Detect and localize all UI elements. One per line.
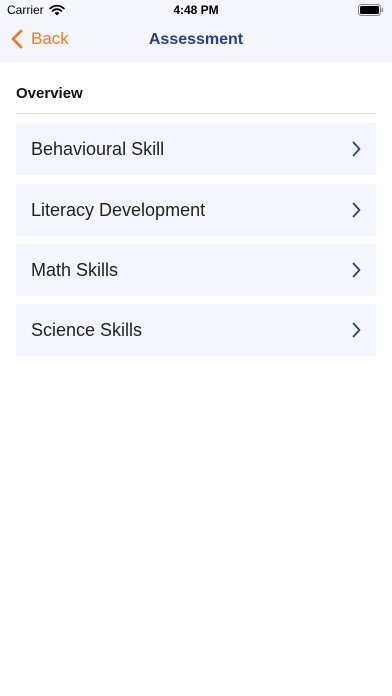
page-title: Assessment: [148, 31, 244, 48]
section-title: Overview: [16, 85, 83, 102]
list-item-label: Science Skills: [31, 320, 143, 340]
chevron-right-icon: [352, 262, 361, 278]
battery-icon: [358, 4, 384, 16]
list-item-behavioural-skill[interactable]: Behavioural Skill: [16, 123, 376, 175]
list-item-literacy-development[interactable]: Literacy Development: [16, 184, 376, 236]
chevron-right-icon: [352, 141, 361, 157]
divider: [16, 113, 376, 114]
list-item-label: Literacy Development: [31, 200, 206, 220]
status-bar: Carrier 4:48 PM: [0, 0, 392, 20]
status-time: 4:48 PM: [173, 3, 219, 17]
list-item-math-skills[interactable]: Math Skills: [16, 244, 376, 296]
list-item-science-skills[interactable]: Science Skills: [16, 304, 376, 356]
list-item-label: Math Skills: [31, 260, 119, 280]
chevron-right-icon: [352, 202, 361, 218]
list-item-label: Behavioural Skill: [31, 139, 165, 159]
navigation-bar: Back Assessment: [0, 20, 392, 62]
chevron-right-icon: [352, 322, 361, 338]
